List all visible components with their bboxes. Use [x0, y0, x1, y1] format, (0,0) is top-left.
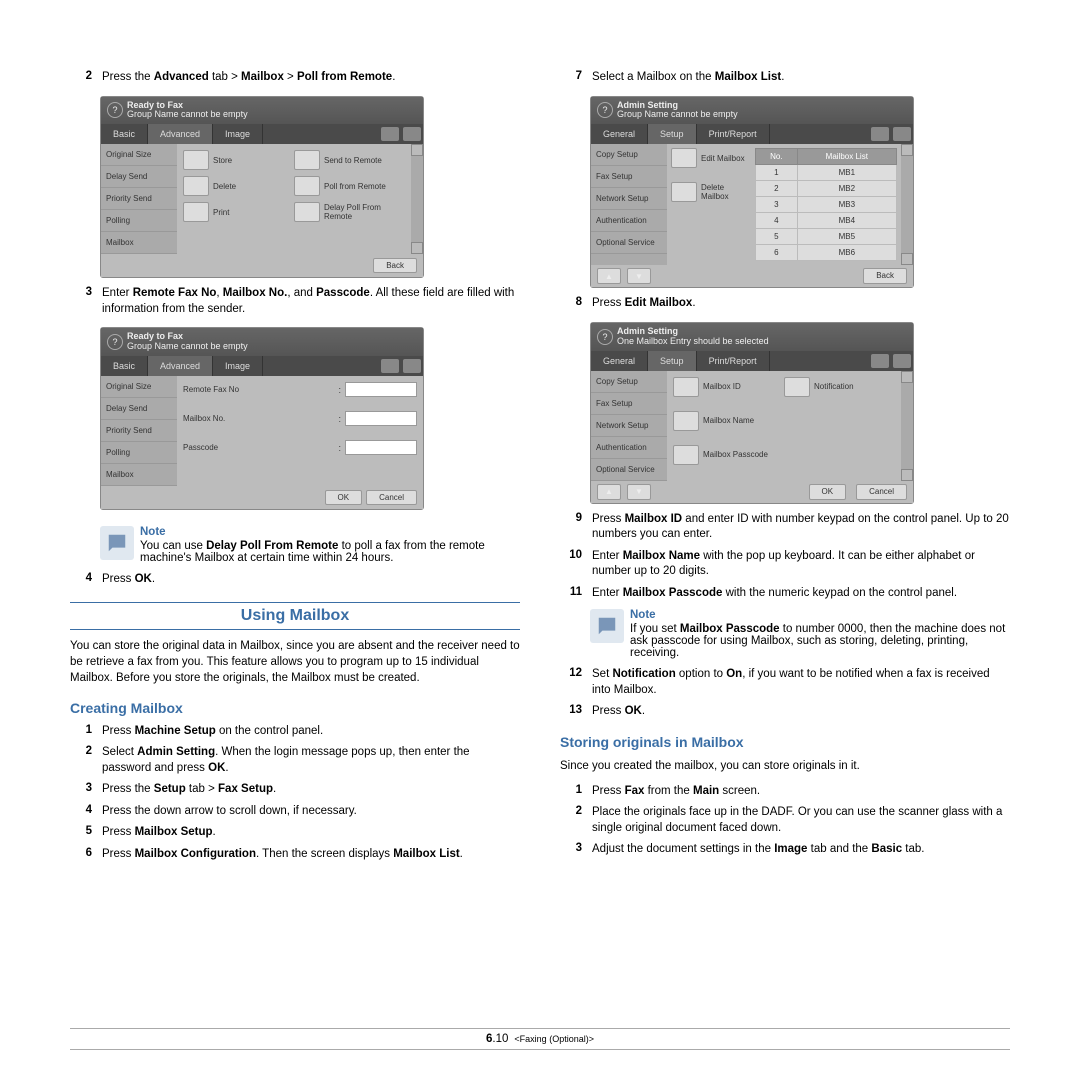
- page-footer: 6.10<Faxing (Optional)>: [70, 1028, 1010, 1050]
- table-row: 3MB3: [756, 197, 897, 213]
- note-delay-poll: NoteYou can use Delay Poll From Remote t…: [100, 526, 520, 564]
- down-arrow-icon[interactable]: ▼: [627, 268, 651, 284]
- step-2: Press the Advanced tab > Mailbox > Poll …: [102, 70, 520, 86]
- help-icon: ?: [107, 334, 123, 350]
- table-row: 1MB1: [756, 165, 897, 181]
- mailbox-intro: You can store the original data in Mailb…: [70, 638, 520, 686]
- send-remote-button[interactable]: [294, 150, 320, 170]
- mailbox-name-button[interactable]: [673, 411, 699, 431]
- step-10: Enter Mailbox Name with the pop up keybo…: [592, 549, 1010, 580]
- poll-remote-button[interactable]: [294, 176, 320, 196]
- note-icon: [100, 526, 134, 560]
- mailbox-no-input[interactable]: [345, 411, 417, 426]
- remote-fax-input[interactable]: [345, 382, 417, 397]
- delete-mailbox-button[interactable]: [671, 182, 697, 202]
- step-13: Press OK.: [592, 704, 1010, 720]
- subsection-creating-mailbox: Creating Mailbox: [70, 700, 520, 716]
- step-12: Set Notification option to On, if you wa…: [592, 667, 1010, 698]
- subsection-storing-originals: Storing originals in Mailbox: [560, 734, 1010, 750]
- step-4: Press OK.: [102, 572, 520, 588]
- help-icon: ?: [107, 102, 123, 118]
- create-step-1: Press Machine Setup on the control panel…: [102, 724, 520, 740]
- create-step-4: Press the down arrow to scroll down, if …: [102, 804, 520, 820]
- step-7: Select a Mailbox on the Mailbox List.: [592, 70, 1010, 86]
- table-row: 5MB5: [756, 229, 897, 245]
- mailbox-table[interactable]: No.Mailbox List 1MB1 2MB2 3MB3 4MB4 5MB5…: [755, 148, 897, 261]
- back-button[interactable]: Back: [373, 258, 417, 273]
- table-row: 6MB6: [756, 245, 897, 261]
- passcode-label: Passcode: [183, 443, 338, 452]
- print-button[interactable]: [183, 202, 209, 222]
- passcode-input[interactable]: [345, 440, 417, 455]
- login-icon[interactable]: [381, 127, 399, 141]
- remote-fax-label: Remote Fax No: [183, 385, 338, 394]
- screenshot-edit-mailbox: ?Admin SettingOne Mailbox Entry should b…: [590, 322, 914, 504]
- table-row: 4MB4: [756, 213, 897, 229]
- step-11: Enter Mailbox Passcode with the numeric …: [592, 586, 1010, 602]
- create-step-5: Press Mailbox Setup.: [102, 825, 520, 841]
- cancel-button[interactable]: Cancel: [856, 484, 907, 500]
- up-arrow-icon[interactable]: ▲: [597, 268, 621, 284]
- create-step-2: Select Admin Setting. When the login mes…: [102, 745, 520, 776]
- step-9: Press Mailbox ID and enter ID with numbe…: [592, 512, 1010, 543]
- side-polling[interactable]: Polling: [101, 210, 177, 232]
- screenshot-remote-fields: ?Ready to FaxGroup Name cannot be empty …: [100, 327, 424, 510]
- screenshot-mailbox-list: ?Admin SettingGroup Name cannot be empty…: [590, 96, 914, 289]
- ok-button[interactable]: OK: [809, 484, 847, 500]
- tab-image[interactable]: Image: [213, 124, 263, 144]
- step-num: 3: [70, 286, 102, 317]
- table-row: 2MB2: [756, 181, 897, 197]
- edit-mailbox-button[interactable]: [671, 148, 697, 168]
- screenshot-advanced-mailbox: ?Ready to FaxGroup Name cannot be empty …: [100, 96, 424, 279]
- lock-icon[interactable]: [403, 127, 421, 141]
- back-button[interactable]: Back: [863, 268, 907, 284]
- section-title-using-mailbox: Using Mailbox: [70, 607, 520, 625]
- step-num: 4: [70, 572, 102, 588]
- delete-button[interactable]: [183, 176, 209, 196]
- notification-button[interactable]: [784, 377, 810, 397]
- mailbox-no-label: Mailbox No.: [183, 414, 338, 423]
- storing-intro: Since you created the mailbox, you can s…: [560, 758, 1010, 774]
- ok-button[interactable]: OK: [325, 490, 363, 505]
- create-step-6: Press Mailbox Configuration. Then the sc…: [102, 847, 520, 863]
- mailbox-passcode-button[interactable]: [673, 445, 699, 465]
- tab-advanced[interactable]: Advanced: [148, 124, 213, 144]
- side-priority-send[interactable]: Priority Send: [101, 188, 177, 210]
- mailbox-id-button[interactable]: [673, 377, 699, 397]
- note-icon: [590, 609, 624, 643]
- step-num: 2: [70, 70, 102, 86]
- side-delay-send[interactable]: Delay Send: [101, 166, 177, 188]
- step-8: Press Edit Mailbox.: [592, 296, 1010, 312]
- note-passcode: NoteIf you set Mailbox Passcode to numbe…: [590, 609, 1010, 659]
- cancel-button[interactable]: Cancel: [366, 490, 417, 505]
- store-step-2: Place the originals face up in the DADF.…: [592, 805, 1010, 836]
- side-original-size[interactable]: Original Size: [101, 144, 177, 166]
- scrollbar[interactable]: [411, 144, 423, 254]
- store-step-3: Adjust the document settings in the Imag…: [592, 842, 1010, 858]
- tab-basic[interactable]: Basic: [101, 124, 148, 144]
- store-step-1: Press Fax from the Main screen.: [592, 784, 1010, 800]
- delay-poll-button[interactable]: [294, 202, 320, 222]
- sidebar: Original SizeDelay SendPriority SendPoll…: [101, 144, 177, 254]
- step-3: Enter Remote Fax No, Mailbox No., and Pa…: [102, 286, 520, 317]
- side-mailbox[interactable]: Mailbox: [101, 232, 177, 254]
- create-step-3: Press the Setup tab > Fax Setup.: [102, 782, 520, 798]
- store-button[interactable]: [183, 150, 209, 170]
